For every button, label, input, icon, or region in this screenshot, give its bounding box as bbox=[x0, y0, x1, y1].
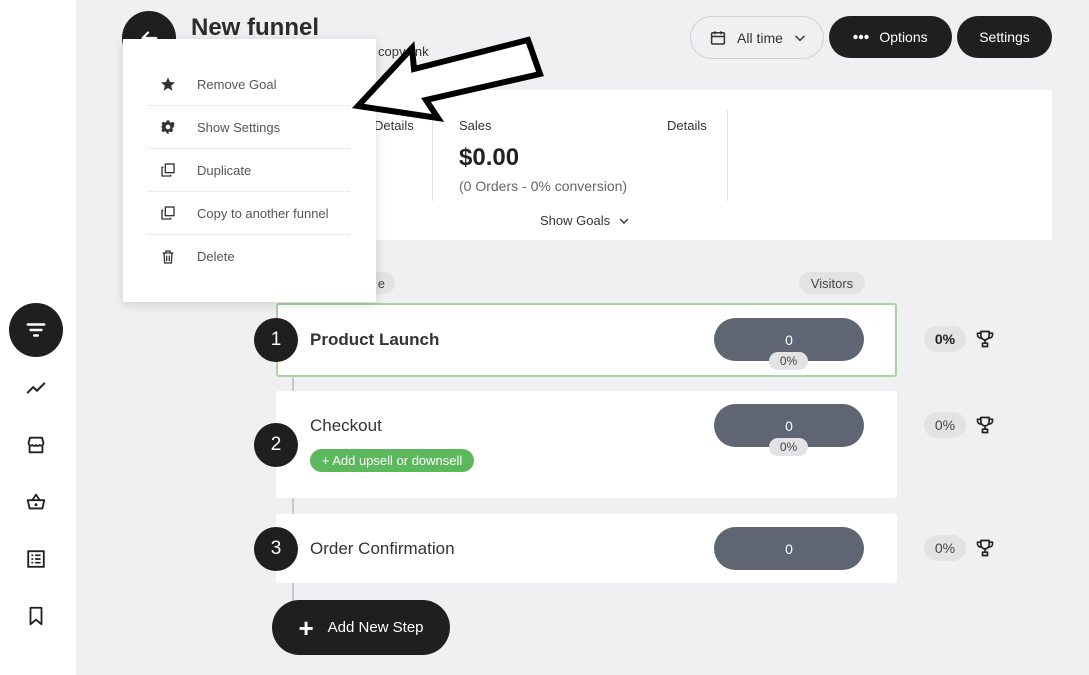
add-new-step-button[interactable]: + Add New Step bbox=[272, 600, 450, 655]
list-icon bbox=[27, 550, 45, 568]
menu-item-label: Duplicate bbox=[197, 162, 252, 178]
menu-item-label: Copy to another funnel bbox=[197, 205, 329, 221]
options-label: Options bbox=[879, 29, 928, 45]
step-percent: 0% bbox=[769, 352, 808, 370]
more-dots-icon bbox=[853, 34, 870, 40]
sales-subtext: (0 Orders - 0% conversion) bbox=[459, 178, 628, 194]
step-number: 1 bbox=[254, 318, 298, 362]
options-button[interactable]: Options bbox=[829, 16, 952, 58]
store-icon bbox=[27, 436, 45, 454]
annotation-arrow bbox=[351, 36, 544, 122]
copy-icon bbox=[159, 161, 177, 179]
date-range-label: All time bbox=[737, 29, 783, 46]
conversion-badge: 0% bbox=[924, 535, 966, 561]
settings-button[interactable]: Settings bbox=[957, 16, 1052, 58]
step-name[interactable]: Product Launch bbox=[310, 330, 439, 350]
visitors-count: 0 bbox=[714, 527, 864, 570]
step-number: 2 bbox=[254, 423, 298, 467]
sidebar-item-analytics[interactable] bbox=[14, 366, 58, 410]
sidebar-item-basket[interactable] bbox=[14, 480, 58, 524]
sales-details-link[interactable]: Details bbox=[667, 118, 707, 133]
basket-icon bbox=[26, 493, 46, 510]
stat-divider bbox=[727, 110, 728, 201]
trophy-icon[interactable] bbox=[975, 415, 995, 435]
step-name[interactable]: Order Confirmation bbox=[310, 539, 455, 559]
menu-item-label: Show Settings bbox=[197, 119, 281, 135]
sidebar bbox=[0, 0, 76, 675]
conversion-badge: 0% bbox=[924, 326, 966, 352]
menu-item-delete[interactable]: Delete bbox=[147, 235, 350, 278]
menu-item-label: Remove Goal bbox=[197, 76, 277, 92]
calendar-icon bbox=[710, 30, 726, 45]
step-number: 3 bbox=[254, 527, 298, 571]
plus-icon: + bbox=[298, 612, 314, 643]
stat-divider bbox=[432, 110, 433, 201]
add-upsell-button[interactable]: + Add upsell or downsell bbox=[310, 449, 474, 472]
sidebar-item-bookmarks[interactable] bbox=[14, 594, 58, 638]
menu-item-copy-to-funnel[interactable]: Copy to another funnel bbox=[147, 192, 350, 235]
gear-icon bbox=[159, 118, 177, 136]
step-options-menu: Remove Goal Show Settings Duplicate Copy… bbox=[123, 39, 376, 302]
menu-item-label: Delete bbox=[197, 249, 235, 264]
filter-icon bbox=[26, 323, 46, 337]
menu-item-show-settings[interactable]: Show Settings bbox=[147, 106, 350, 149]
show-goals-label: Show Goals bbox=[540, 213, 611, 228]
step-percent: 0% bbox=[769, 438, 808, 456]
chevron-down-icon bbox=[619, 218, 629, 224]
sidebar-item-store[interactable] bbox=[14, 423, 58, 467]
add-new-step-label: Add New Step bbox=[327, 619, 424, 636]
copy-icon bbox=[159, 204, 177, 222]
date-range-button[interactable]: All time bbox=[690, 16, 824, 59]
menu-item-duplicate[interactable]: Duplicate bbox=[147, 149, 350, 192]
trophy-icon[interactable] bbox=[975, 329, 995, 349]
trending-up-icon bbox=[26, 382, 46, 394]
trash-icon bbox=[159, 248, 177, 266]
show-goals-toggle[interactable]: Show Goals bbox=[540, 213, 630, 228]
visitors-column-header: Visitors bbox=[799, 272, 865, 294]
star-icon bbox=[159, 75, 177, 93]
trophy-icon[interactable] bbox=[975, 538, 995, 558]
sidebar-item-list[interactable] bbox=[14, 537, 58, 581]
bookmark-icon bbox=[29, 606, 43, 626]
conversion-badge: 0% bbox=[924, 412, 966, 438]
sidebar-item-funnels[interactable] bbox=[9, 303, 63, 357]
page-title: New funnel bbox=[191, 14, 320, 41]
chevron-down-icon bbox=[795, 35, 805, 41]
menu-item-remove-goal[interactable]: Remove Goal bbox=[147, 63, 350, 106]
step-name[interactable]: Checkout bbox=[310, 416, 382, 436]
sales-value: $0.00 bbox=[459, 144, 520, 171]
